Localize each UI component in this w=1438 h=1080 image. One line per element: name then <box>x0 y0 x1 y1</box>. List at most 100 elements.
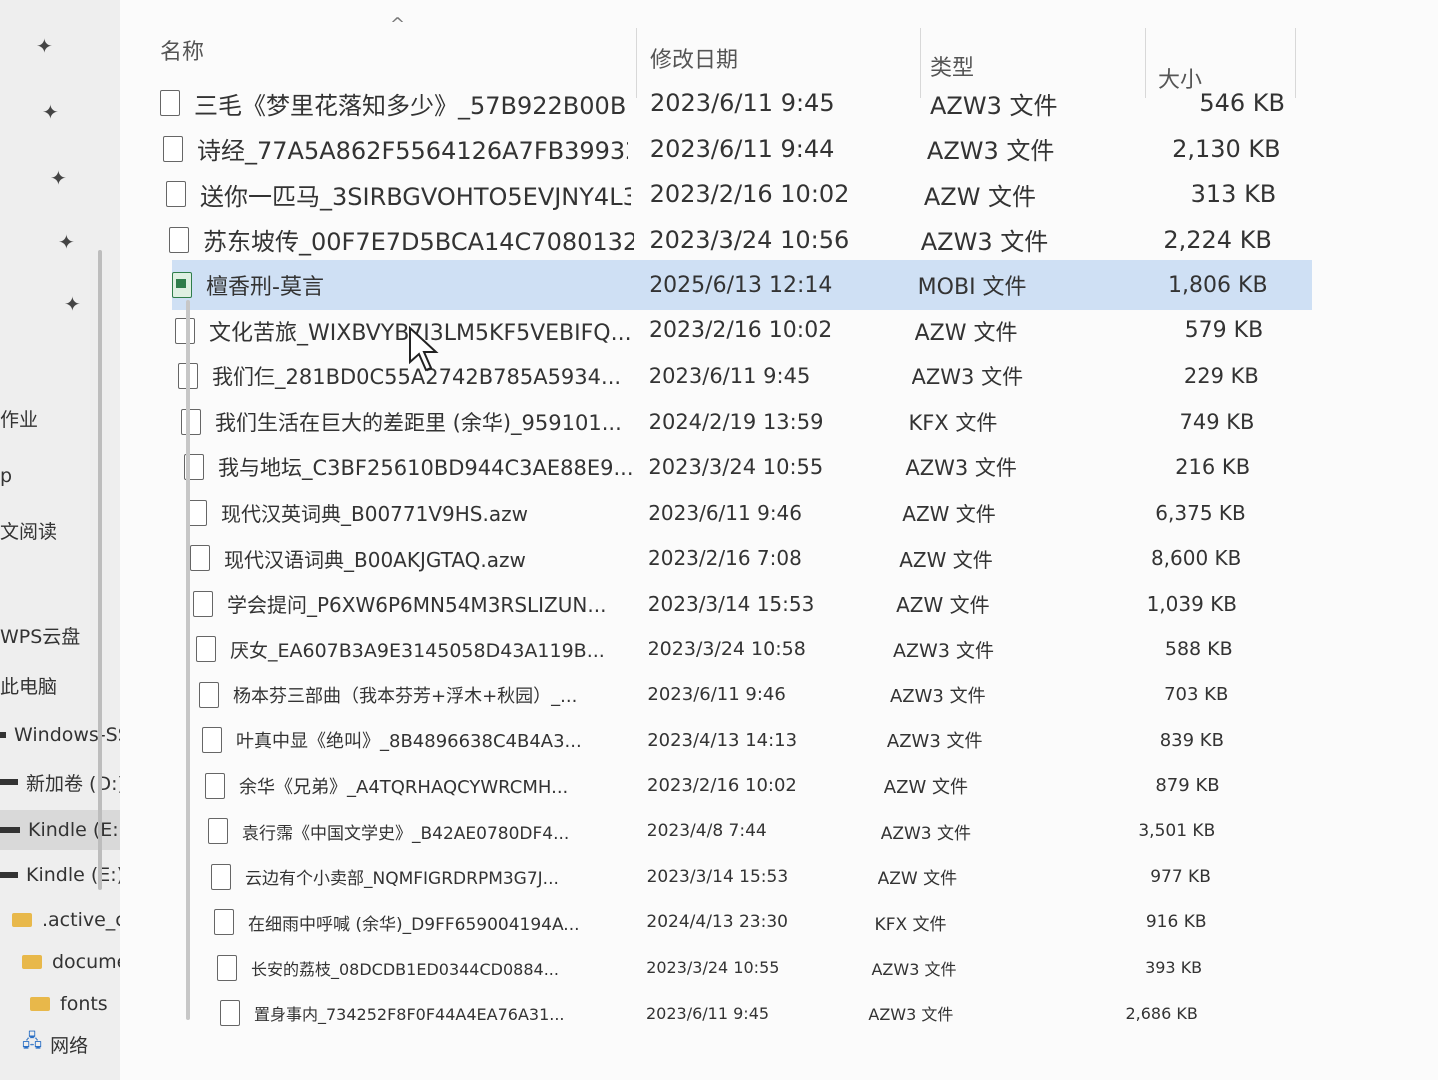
file-name: 在细雨中呼喊 (余华)_D9FF659004194A... <box>248 914 580 935</box>
file-row[interactable]: 檀香刑-莫言 2025/6/13 12:14 MOBI 文件 1,806 KB <box>172 260 1312 310</box>
file-name-cell[interactable]: 置身事内_734252F8F0F44A4EA76A31... <box>220 988 685 1038</box>
file-name-cell[interactable]: 我们生活在巨大的差距里 (余华)_959101... <box>181 397 646 447</box>
file-row[interactable]: 现代汉英词典_B00771V9HS.azw 2023/6/11 9:46 AZW 文… <box>187 488 1327 538</box>
file-name: 厌女_EA607B3A9E3145058D43A119B... <box>230 639 605 662</box>
file-size: 2,224 KB <box>1163 225 1272 254</box>
file-name: 诗经_77A5A862F5564126A7FB39932... <box>197 137 628 165</box>
file-date: 2023/2/16 10:02 <box>649 180 850 208</box>
file-row[interactable]: 袁行霈《中国文学史》_B42AE0780DF4... 2023/4/8 7:44 A… <box>208 806 1348 856</box>
file-type: AZW 文件 <box>923 182 1037 211</box>
file-type: AZW3 文件 <box>880 823 972 844</box>
file-row[interactable]: 云边有个小卖部_NQMFIGRDRPM3G7J... 2023/3/14 15:5… <box>211 852 1351 902</box>
file-date: 2024/2/19 13:59 <box>648 409 824 434</box>
file-name-cell[interactable]: 现代汉语词典_B00AKJGTAQ.azw <box>190 533 655 583</box>
drive-icon <box>0 732 6 738</box>
sort-ascending-icon: ^ <box>390 14 406 35</box>
file-row[interactable]: 学会提问_P6XW6P6MN54M3RSLIZUN... 2023/3/14 15… <box>193 579 1333 629</box>
file-row[interactable]: 现代汉语词典_B00AKJGTAQ.azw 2023/2/16 7:08 AZW 文… <box>190 533 1330 583</box>
file-row[interactable]: 厌女_EA607B3A9E3145058D43A119B... 2023/3/24… <box>196 624 1336 674</box>
header-label: 修改日期 <box>650 48 739 73</box>
pin-icon[interactable]: ✦ <box>50 166 67 190</box>
file-list-scrollbar[interactable] <box>186 300 190 1020</box>
file-name-cell[interactable]: 我与地坛_C3BF25610BD944C3AE88E9... <box>184 442 649 492</box>
pin-icon[interactable]: ✦ <box>36 34 53 58</box>
file-type: AZW3 文件 <box>893 639 994 662</box>
file-size: 977 KB <box>1150 866 1211 887</box>
column-header-name[interactable]: 名称 <box>160 20 204 80</box>
file-row[interactable]: 三毛《梦里花落知多少》_57B922B00B... 2023/6/11 9:45 A… <box>160 78 1300 128</box>
file-type: AZW3 文件 <box>926 137 1055 165</box>
file-name-cell[interactable]: 在细雨中呼喊 (余华)_D9FF659004194A... <box>214 897 679 947</box>
file-date: 2023/3/24 10:55 <box>646 958 780 977</box>
file-name-cell[interactable]: 诗经_77A5A862F5564126A7FB39932... <box>163 124 628 174</box>
file-icon <box>190 545 210 571</box>
mouse-cursor-icon <box>409 326 439 372</box>
file-row[interactable]: 在细雨中呼喊 (余华)_D9FF659004194A... 2024/4/13 2… <box>214 897 1354 947</box>
file-icon <box>160 90 180 116</box>
file-size: 8,600 KB <box>1150 546 1242 570</box>
file-icon <box>217 954 237 981</box>
sidebar-scrollbar[interactable] <box>98 250 102 890</box>
file-row[interactable]: 我与地坛_C3BF25610BD944C3AE88E9... 2023/3/24 … <box>184 442 1324 492</box>
file-size: 229 KB <box>1183 364 1259 388</box>
file-name-cell[interactable]: 叶真中显《绝叫》_8B4896638C4B4A3... <box>202 715 667 765</box>
file-icon <box>163 135 183 162</box>
file-name: 苏东坡传_00F7E7D5BCA14C7080132F... <box>203 228 634 256</box>
file-size: 393 KB <box>1145 958 1203 977</box>
file-list-pane: 名称 ^ 修改日期 类型 大小 三毛《梦里花落知多少》_57B922B00B..… <box>120 0 1438 1080</box>
file-size: 216 KB <box>1175 455 1251 479</box>
file-date: 2023/4/8 7:44 <box>646 821 767 841</box>
file-type: AZW 文件 <box>899 547 993 572</box>
file-size: 916 KB <box>1145 912 1207 932</box>
file-date: 2024/4/13 23:30 <box>646 912 788 932</box>
file-name-cell[interactable]: 杨本芬三部曲（我本芬芳+浮木+秋园）_... <box>199 670 664 720</box>
nav-label: 作业 <box>0 408 39 431</box>
drive-icon <box>0 827 20 833</box>
file-name-cell[interactable]: 三毛《梦里花落知多少》_57B922B00B... <box>160 78 625 128</box>
file-name-cell[interactable]: 檀香刑-莫言 <box>172 260 637 310</box>
file-size: 879 KB <box>1155 775 1220 796</box>
file-row[interactable]: 文化苦旅_WIXBVYB7I3LM5KF5VEBIFQ... 2023/2/16 … <box>175 306 1315 356</box>
file-type: AZW3 文件 <box>868 1005 954 1024</box>
file-name-cell[interactable]: 苏东坡传_00F7E7D5BCA14C7080132F... <box>169 215 634 265</box>
network-icon: 🖧 <box>22 1031 43 1052</box>
pin-icon[interactable]: ✦ <box>64 292 81 316</box>
file-name-cell[interactable]: 云边有个小卖部_NQMFIGRDRPM3G7J... <box>211 852 676 902</box>
file-icon <box>181 408 201 435</box>
nav-label: 此电脑 <box>0 675 58 698</box>
file-row[interactable]: 我们生活在巨大的差距里 (余华)_959101... 2024/2/19 13:5… <box>181 397 1321 447</box>
file-row[interactable]: 置身事内_734252F8F0F44A4EA76A31... 2023/6/11 … <box>220 988 1360 1038</box>
pin-icon[interactable]: ✦ <box>42 100 59 124</box>
file-name-cell[interactable]: 袁行霈《中国文学史》_B42AE0780DF4... <box>208 806 673 856</box>
file-date: 2023/2/16 7:08 <box>648 546 802 570</box>
file-row[interactable]: 我们仨_281BD0C55A2742B785A5934... 2023/6/11 … <box>178 351 1318 401</box>
file-icon <box>208 818 228 844</box>
file-row[interactable]: 杨本芬三部曲（我本芬芳+浮木+秋园）_... 2023/6/11 9:46 AZW3… <box>199 670 1339 720</box>
file-row[interactable]: 诗经_77A5A862F5564126A7FB39932... 2023/6/11… <box>163 124 1303 174</box>
file-row[interactable]: 叶真中显《绝叫》_8B4896638C4B4A3... 2023/4/13 14:… <box>202 715 1342 765</box>
file-row[interactable]: 苏东坡传_00F7E7D5BCA14C7080132F... 2023/3/24 … <box>169 215 1309 265</box>
file-row[interactable]: 长安的荔枝_08DCDB1ED0344CD0884... 2023/3/24 10… <box>217 943 1357 993</box>
file-size: 3,501 KB <box>1138 821 1216 841</box>
file-type: AZW 文件 <box>877 869 958 889</box>
file-size: 839 KB <box>1159 729 1224 751</box>
file-name-cell[interactable]: 现代汉英词典_B00771V9HS.azw <box>187 488 652 538</box>
file-name-cell[interactable]: 学会提问_P6XW6P6MN54M3RSLIZUN... <box>193 579 658 629</box>
file-row[interactable]: 余华《兄弟》_A4TQRHAQCYWRCMH... 2023/2/16 10:02… <box>205 761 1345 811</box>
file-icon <box>175 317 195 344</box>
file-icon <box>220 1000 240 1026</box>
file-name-cell[interactable]: 余华《兄弟》_A4TQRHAQCYWRCMH... <box>205 761 670 811</box>
file-type: AZW3 文件 <box>930 91 1058 120</box>
file-type: AZW3 文件 <box>889 685 986 707</box>
file-icon <box>187 499 207 526</box>
file-name-cell[interactable]: 送你一匹马_3SIRBGVOHTO5EVJNY4L3... <box>166 169 631 219</box>
file-size: 2,130 KB <box>1172 134 1281 163</box>
file-date: 2023/6/11 9:44 <box>649 134 835 163</box>
file-name-cell[interactable]: 厌女_EA607B3A9E3145058D43A119B... <box>196 624 661 674</box>
file-name: 学会提问_P6XW6P6MN54M3RSLIZUN... <box>227 593 607 617</box>
file-icon <box>211 863 231 890</box>
file-size: 703 KB <box>1164 684 1229 705</box>
file-name-cell[interactable]: 长安的荔枝_08DCDB1ED0344CD0884... <box>217 943 682 993</box>
pin-icon[interactable]: ✦ <box>58 230 75 254</box>
file-row[interactable]: 送你一匹马_3SIRBGVOHTO5EVJNY4L3... 2023/2/16 1… <box>166 169 1306 219</box>
